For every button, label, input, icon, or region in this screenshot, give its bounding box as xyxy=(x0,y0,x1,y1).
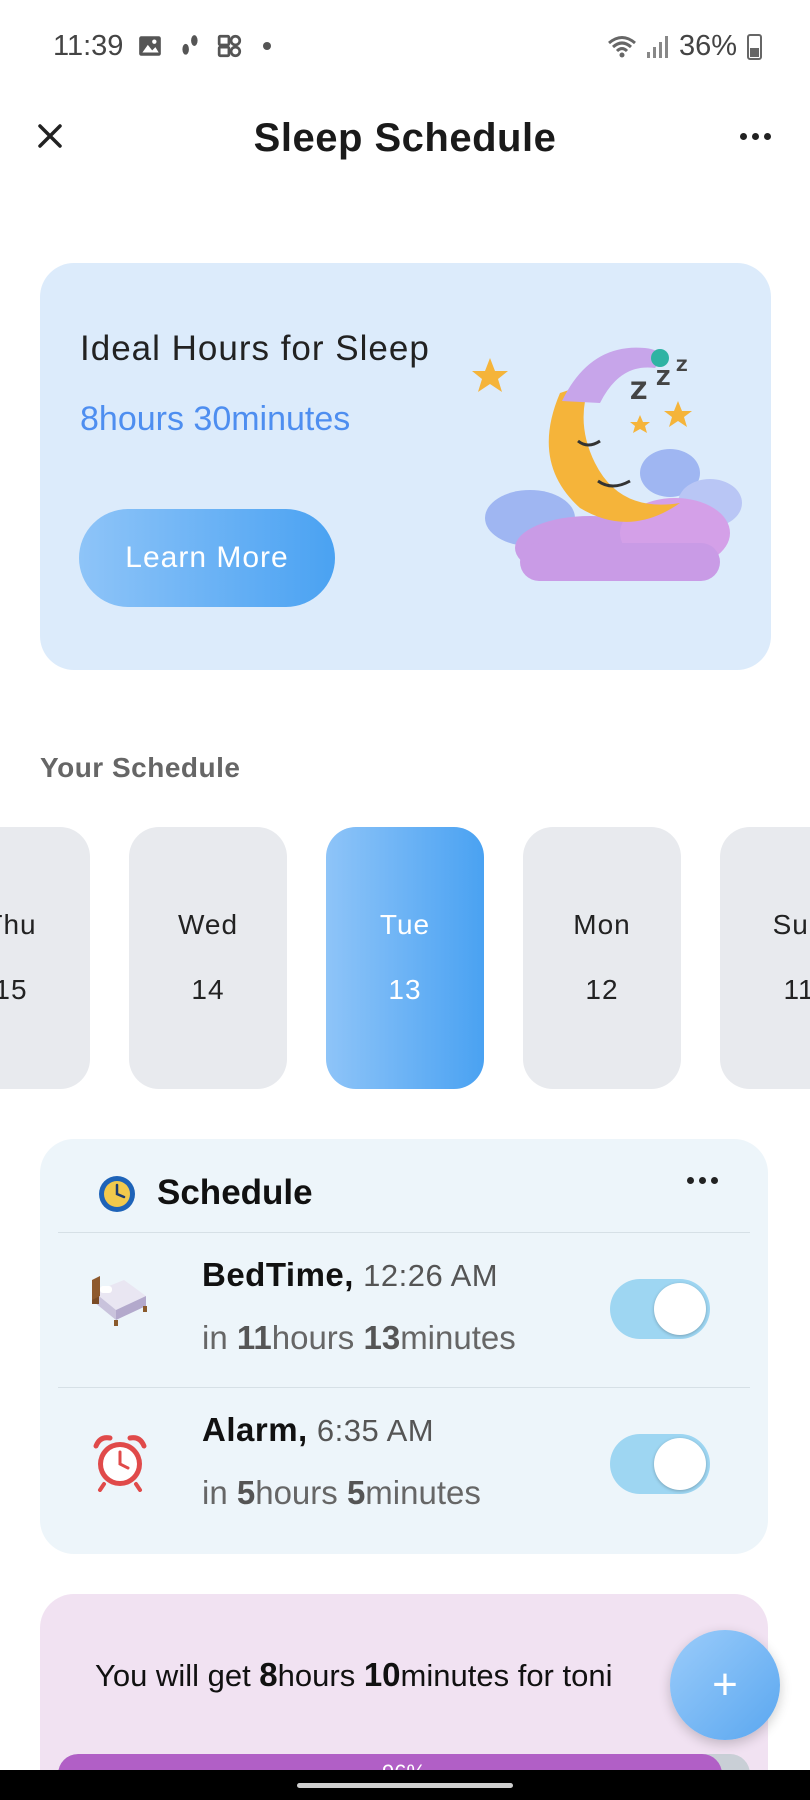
alarm-title: Alarm, 6:35 AM xyxy=(202,1411,434,1449)
countdown-hours: 11 xyxy=(236,1319,272,1356)
svg-text:Z: Z xyxy=(656,366,671,390)
day-card-mon[interactable]: Mon 12 xyxy=(523,827,681,1089)
status-icons-left xyxy=(137,33,271,59)
svg-text:Z: Z xyxy=(630,377,647,405)
sleeping-moon-illustration: Z Z Z xyxy=(472,347,742,581)
countdown-prefix: in xyxy=(202,1474,237,1511)
more-icon[interactable] xyxy=(730,116,780,156)
countdown-hours-unit: hours xyxy=(255,1474,347,1511)
header: Sleep Schedule xyxy=(0,96,810,186)
bedtime-time: 12:26 AM xyxy=(363,1258,499,1293)
day-card-wed[interactable]: Wed 14 xyxy=(129,827,287,1089)
ideal-hours-title: Ideal Hours for Sleep xyxy=(80,329,430,368)
bedtime-toggle[interactable] xyxy=(610,1279,710,1339)
countdown-minutes: 5 xyxy=(346,1474,366,1511)
divider xyxy=(58,1387,750,1388)
countdown-minutes-unit: minutes xyxy=(365,1474,481,1511)
bedtime-label: BedTime, xyxy=(202,1256,354,1293)
add-button[interactable]: + xyxy=(670,1630,780,1740)
status-icons-right: 36% xyxy=(607,30,762,63)
alarm-countdown: in 5hours 5minutes xyxy=(202,1474,481,1512)
summary-minutes: 10 xyxy=(363,1656,401,1693)
dot-icon xyxy=(263,42,271,50)
your-schedule-title: Your Schedule xyxy=(40,752,241,783)
day-name: Sun xyxy=(772,909,810,940)
svg-text:Z: Z xyxy=(676,356,688,375)
countdown-minutes: 13 xyxy=(363,1319,401,1356)
day-date: 12 xyxy=(585,974,619,1005)
ideal-hours-value: 8hours 30minutes xyxy=(80,400,351,438)
battery-icon xyxy=(747,33,762,60)
summary-text: You will get 8hours 10minutes for toni xyxy=(95,1656,612,1694)
bed-icon xyxy=(92,1276,147,1326)
navigation-bar xyxy=(0,1770,810,1800)
summary-hours: 8 xyxy=(259,1656,278,1693)
day-card-sun[interactable]: Sun 11 xyxy=(720,827,810,1089)
day-name: Mon xyxy=(573,909,631,940)
summary-prefix: You will get xyxy=(95,1658,260,1693)
day-name: Thu xyxy=(0,909,37,940)
alarm-clock-icon xyxy=(93,1435,147,1492)
steps-icon xyxy=(182,35,198,55)
alarm-label: Alarm, xyxy=(202,1411,308,1448)
gallery-icon xyxy=(139,36,161,56)
summary-hours-unit: hours xyxy=(277,1658,364,1693)
day-date: 15 xyxy=(0,974,28,1005)
countdown-minutes-unit: minutes xyxy=(400,1319,516,1356)
wifi-icon xyxy=(607,35,636,57)
schedule-card: Schedule BedTime, 12:26 AM in 11hours 13… xyxy=(40,1139,768,1554)
alarm-time: 6:35 AM xyxy=(316,1413,435,1448)
home-handle[interactable] xyxy=(297,1783,513,1788)
schedule-title: Schedule xyxy=(157,1173,313,1212)
divider xyxy=(58,1232,750,1233)
countdown-prefix: in xyxy=(202,1319,237,1356)
page-title: Sleep Schedule xyxy=(253,116,557,160)
day-date: 14 xyxy=(191,974,225,1005)
clock-icon xyxy=(99,1176,135,1212)
countdown-hours-unit: hours xyxy=(271,1319,364,1356)
status-time: 11:39 xyxy=(53,30,124,62)
battery-percent: 36% xyxy=(678,30,737,62)
day-card-thu[interactable]: Thu 15 xyxy=(0,827,90,1089)
day-date: 11 xyxy=(783,974,810,1005)
bedtime-title: BedTime, 12:26 AM xyxy=(202,1256,498,1294)
day-date: 13 xyxy=(388,974,422,1005)
schedule-more-icon[interactable] xyxy=(687,1177,718,1184)
signal-icon xyxy=(646,35,668,58)
mo-icon xyxy=(217,34,242,58)
countdown-hours: 5 xyxy=(236,1474,256,1511)
day-card-tue[interactable]: Tue 13 xyxy=(326,827,484,1089)
day-name: Wed xyxy=(177,909,239,940)
learn-more-button[interactable]: Learn More xyxy=(79,509,335,607)
day-name: Tue xyxy=(379,909,431,940)
ideal-hours-card: Ideal Hours for Sleep 8hours 30minutes L… xyxy=(40,263,771,670)
days-row[interactable]: Thu 15 Wed 14 Tue 13 Mon 12 Sun 11 xyxy=(0,827,810,1089)
status-bar: 11:39 36% xyxy=(0,0,810,96)
alarm-toggle[interactable] xyxy=(610,1434,710,1494)
summary-minutes-unit: minutes for toni xyxy=(400,1658,613,1693)
bedtime-countdown: in 11hours 13minutes xyxy=(202,1319,516,1357)
